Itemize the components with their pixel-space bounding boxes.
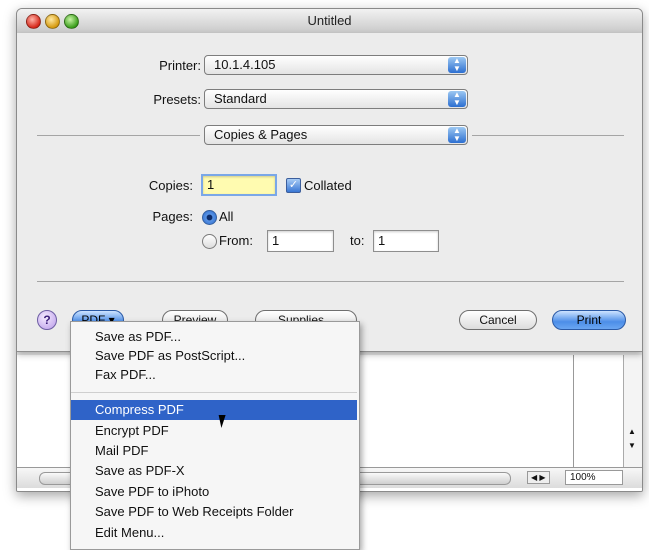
menu-item-save-pdf-as-postscript[interactable]: Save PDF as PostScript... xyxy=(71,346,357,366)
menu-item-save-pdf-to-web-receipts[interactable]: Save PDF to Web Receipts Folder xyxy=(71,502,357,522)
page-edge xyxy=(573,355,574,467)
scroll-arrows-icon[interactable]: ◀ ▶ xyxy=(527,471,550,484)
separator-bottom xyxy=(37,281,624,282)
menu-item-save-as-pdf-x[interactable]: Save as PDF-X xyxy=(71,461,357,481)
scroll-down-arrow-icon[interactable]: ▼ xyxy=(628,441,636,450)
panel-value: Copies & Pages xyxy=(214,127,308,142)
printer-label: Printer: xyxy=(159,58,201,73)
pdf-menu: Save as PDF... Save PDF as PostScript...… xyxy=(70,321,360,550)
pages-label: Pages: xyxy=(152,209,193,224)
separator-right xyxy=(472,135,624,136)
updown-chevron-icon: ▲ ▼ xyxy=(448,127,466,143)
window-title: Untitled xyxy=(307,13,352,28)
vertical-scrollbar[interactable] xyxy=(623,355,642,467)
collated-label: Collated xyxy=(304,178,352,193)
zoom-select[interactable]: 100% xyxy=(565,470,623,485)
copies-field[interactable]: 1 xyxy=(201,174,277,196)
menu-separator xyxy=(71,392,357,393)
panel-popup[interactable]: Copies & Pages ▲ ▼ xyxy=(204,125,468,145)
printer-popup[interactable]: 10.1.4.105 ▲ ▼ xyxy=(204,55,468,75)
updown-chevron-icon: ▲ ▼ xyxy=(448,91,466,107)
menu-item-mail-pdf[interactable]: Mail PDF xyxy=(71,441,357,461)
menu-item-save-pdf-to-iphoto[interactable]: Save PDF to iPhoto xyxy=(71,482,357,502)
updown-chevron-icon: ▲ ▼ xyxy=(448,57,466,73)
title-bar: Untitled xyxy=(17,9,642,34)
pages-from-label: From: xyxy=(219,233,253,248)
copies-label: Copies: xyxy=(148,178,193,193)
pages-from-radio[interactable] xyxy=(202,234,217,249)
to-field[interactable]: 1 xyxy=(373,230,439,252)
cancel-button[interactable]: Cancel xyxy=(459,310,537,330)
pages-to-label: to: xyxy=(350,233,365,248)
menu-item-save-as-pdf[interactable]: Save as PDF... xyxy=(71,327,357,347)
pages-all-radio[interactable] xyxy=(202,210,217,225)
print-button[interactable]: Print xyxy=(552,310,626,330)
from-field[interactable]: 1 xyxy=(267,230,334,252)
menu-item-edit-menu[interactable]: Edit Menu... xyxy=(71,523,357,543)
pages-all-label: All xyxy=(219,209,234,224)
scroll-up-arrow-icon[interactable]: ▲ xyxy=(628,427,636,436)
menu-item-fax-pdf[interactable]: Fax PDF... xyxy=(71,365,357,385)
presets-label: Presets: xyxy=(153,92,201,107)
collated-checkbox[interactable]: ✓ xyxy=(286,178,301,193)
help-button[interactable]: ? xyxy=(37,310,57,330)
presets-value: Standard xyxy=(214,91,267,106)
menu-item-compress-pdf[interactable]: Compress PDF xyxy=(71,400,357,420)
print-sheet: Printer: 10.1.4.105 ▲ ▼ Presets: Standard… xyxy=(17,33,642,352)
printer-value: 10.1.4.105 xyxy=(214,57,276,72)
menu-item-encrypt-pdf[interactable]: Encrypt PDF xyxy=(71,421,357,441)
presets-popup[interactable]: Standard ▲ ▼ xyxy=(204,89,468,109)
separator-left xyxy=(37,135,200,136)
checkmark-icon: ✓ xyxy=(288,179,299,191)
